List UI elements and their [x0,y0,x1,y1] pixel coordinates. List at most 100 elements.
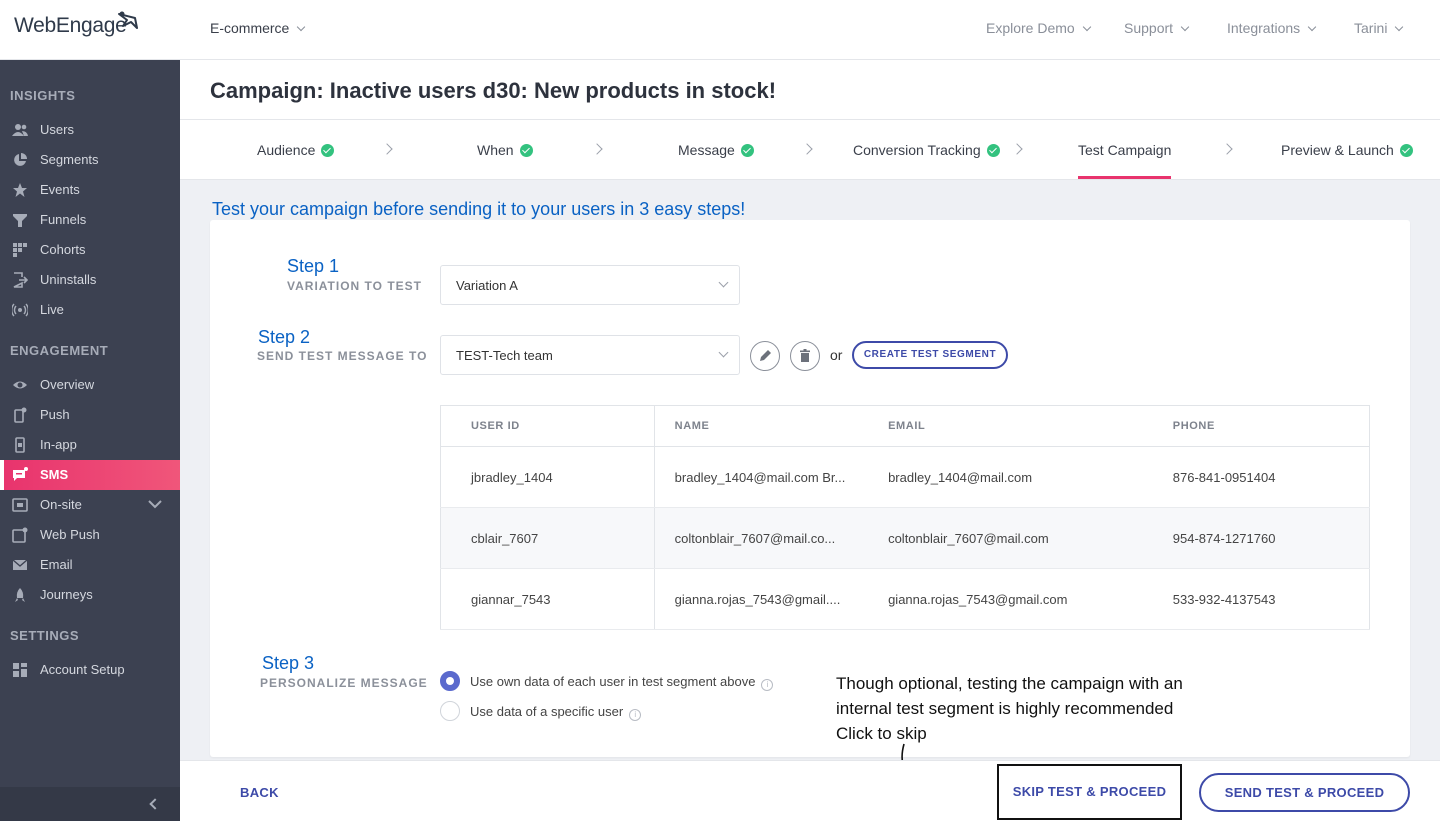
variation-select[interactable]: Variation A [440,265,740,305]
sidebar-item-in-app[interactable]: In-app [0,430,180,460]
chevron-down-icon [1395,22,1404,32]
campaign-steps: Audience When Message Conversion Trackin… [180,120,1440,180]
option-text: Use own data of each user in test segmen… [470,674,756,689]
grid-icon [13,243,27,257]
radio-specific-user[interactable] [440,701,460,721]
cell-email: gianna.rojas_7543@gmail.com [868,568,1153,630]
sidebar-item-uninstalls[interactable]: Uninstalls [0,265,180,295]
sidebar-item-label: Web Push [40,527,100,542]
info-icon[interactable]: i [761,679,774,691]
chevron-down-icon [297,22,306,32]
tab-audience[interactable]: Audience [257,142,335,158]
create-test-segment-button[interactable]: CREATE TEST SEGMENT [852,341,1008,369]
chevron-right-icon [801,143,813,155]
pie-icon [14,153,27,166]
tab-label: Preview & Launch [1281,142,1394,158]
webengage-logo[interactable]: WebEngage [14,11,138,38]
check-circle-icon [519,144,533,157]
table-row: jbradley_1404 bradley_1404@mail.com Br..… [440,446,1370,508]
sidebar-item-events[interactable]: Events [0,175,180,205]
cell-email: coltonblair_7607@mail.com [868,507,1153,569]
info-icon[interactable]: i [629,709,642,721]
email-icon [12,559,28,570]
delete-segment-button[interactable] [790,341,820,371]
tab-conversion-tracking[interactable]: Conversion Tracking [853,142,1000,158]
project-selector[interactable]: E-commerce [210,20,306,36]
cell-phone: 876-841-0951404 [1152,446,1370,508]
setup-icon [13,663,27,677]
sidebar: INSIGHTS Users Segments Events Funnels C… [0,60,180,821]
step1-description: VARIATION TO TEST [287,279,423,293]
chevron-right-icon [381,143,393,155]
back-button[interactable]: BACK [240,785,279,800]
table-row: giannar_7543 gianna.rojas_7543@gmail....… [440,568,1370,630]
step3-description: PERSONALIZE MESSAGE [260,676,428,690]
nav-integrations[interactable]: Integrations [1227,20,1317,36]
sidebar-item-funnels[interactable]: Funnels [0,205,180,235]
sidebar-item-push[interactable]: Push [0,400,180,430]
sidebar-item-journeys[interactable]: Journeys [0,580,180,610]
sidebar-item-label: Push [40,407,70,422]
webpush-icon [12,527,28,543]
tab-test-campaign[interactable]: Test Campaign [1078,142,1171,158]
sidebar-item-overview[interactable]: Overview [0,370,180,400]
project-label: E-commerce [210,20,290,36]
cell-email: bradley_1404@mail.com [868,446,1153,508]
table-header-row: USER ID NAME EMAIL PHONE [440,405,1370,447]
sidebar-item-account-setup[interactable]: Account Setup [0,655,180,685]
footer-bar: BACK SKIP TEST & PROCEED SEND TEST & PRO… [180,760,1440,821]
nav-explore-demo[interactable]: Explore Demo [986,20,1091,36]
sidebar-item-segments[interactable]: Segments [0,145,180,175]
nav-label: Explore Demo [986,20,1075,36]
option-text: Use data of a specific user [470,704,624,719]
sidebar-item-label: Account Setup [40,662,125,677]
skip-test-proceed-button[interactable]: SKIP TEST & PROCEED [997,764,1182,820]
sidebar-item-live[interactable]: Live [0,295,180,325]
nav-support[interactable]: Support [1124,20,1190,36]
sidebar-item-label: Journeys [40,587,93,602]
cell-phone: 954-874-1271760 [1152,507,1370,569]
tab-when[interactable]: When [477,142,533,158]
chevron-right-icon [1011,143,1023,155]
sidebar-item-on-site[interactable]: On-site [0,490,180,520]
sidebar-heading-settings: SETTINGS [10,628,80,643]
cell-name: gianna.rojas_7543@gmail.... [654,568,869,630]
sidebar-collapse-button[interactable] [0,787,180,821]
check-circle-icon [321,144,335,157]
check-circle-icon [1399,144,1413,157]
sidebar-item-label: Events [40,182,80,197]
sidebar-item-label: Segments [40,152,99,167]
tab-label: Test Campaign [1078,142,1172,158]
test-segment-select[interactable]: TEST-Tech team [440,335,740,375]
mobile-push-icon [14,407,27,423]
sidebar-item-web-push[interactable]: Web Push [0,520,180,550]
tab-preview-launch[interactable]: Preview & Launch [1281,142,1413,158]
radio-specific-user-label[interactable]: Use data of a specific user i [470,704,642,721]
cell-phone: 533-932-4137543 [1152,568,1370,630]
sidebar-item-users[interactable]: Users [0,115,180,145]
sidebar-item-label: Uninstalls [40,272,97,287]
check-circle-icon [986,144,1000,157]
chevron-left-icon [149,798,161,810]
nav-label: Integrations [1227,20,1301,36]
sidebar-item-email[interactable]: Email [0,550,180,580]
radio-own-data[interactable] [440,671,460,691]
sidebar-item-label: Cohorts [40,242,86,257]
edit-segment-button[interactable] [750,341,780,371]
column-header-phone: PHONE [1152,405,1370,447]
sidebar-item-label: On-site [40,497,82,512]
nav-user-menu[interactable]: Tarini [1354,20,1404,36]
tab-message[interactable]: Message [678,142,754,158]
radio-own-data-label[interactable]: Use own data of each user in test segmen… [470,674,774,691]
chevron-down-icon[interactable] [148,499,162,509]
cell-user-id: jbradley_1404 [440,446,655,508]
mobile-icon [15,437,25,453]
chevron-right-icon [591,143,603,155]
star-icon [13,183,27,197]
sidebar-item-sms[interactable]: SMS [0,460,180,490]
sidebar-item-label: In-app [40,437,77,452]
annotation-line: internal test segment is highly recommen… [836,699,1174,718]
sidebar-item-cohorts[interactable]: Cohorts [0,235,180,265]
logo-text: WebEngage [14,14,127,37]
send-test-proceed-button[interactable]: SEND TEST & PROCEED [1199,773,1410,812]
